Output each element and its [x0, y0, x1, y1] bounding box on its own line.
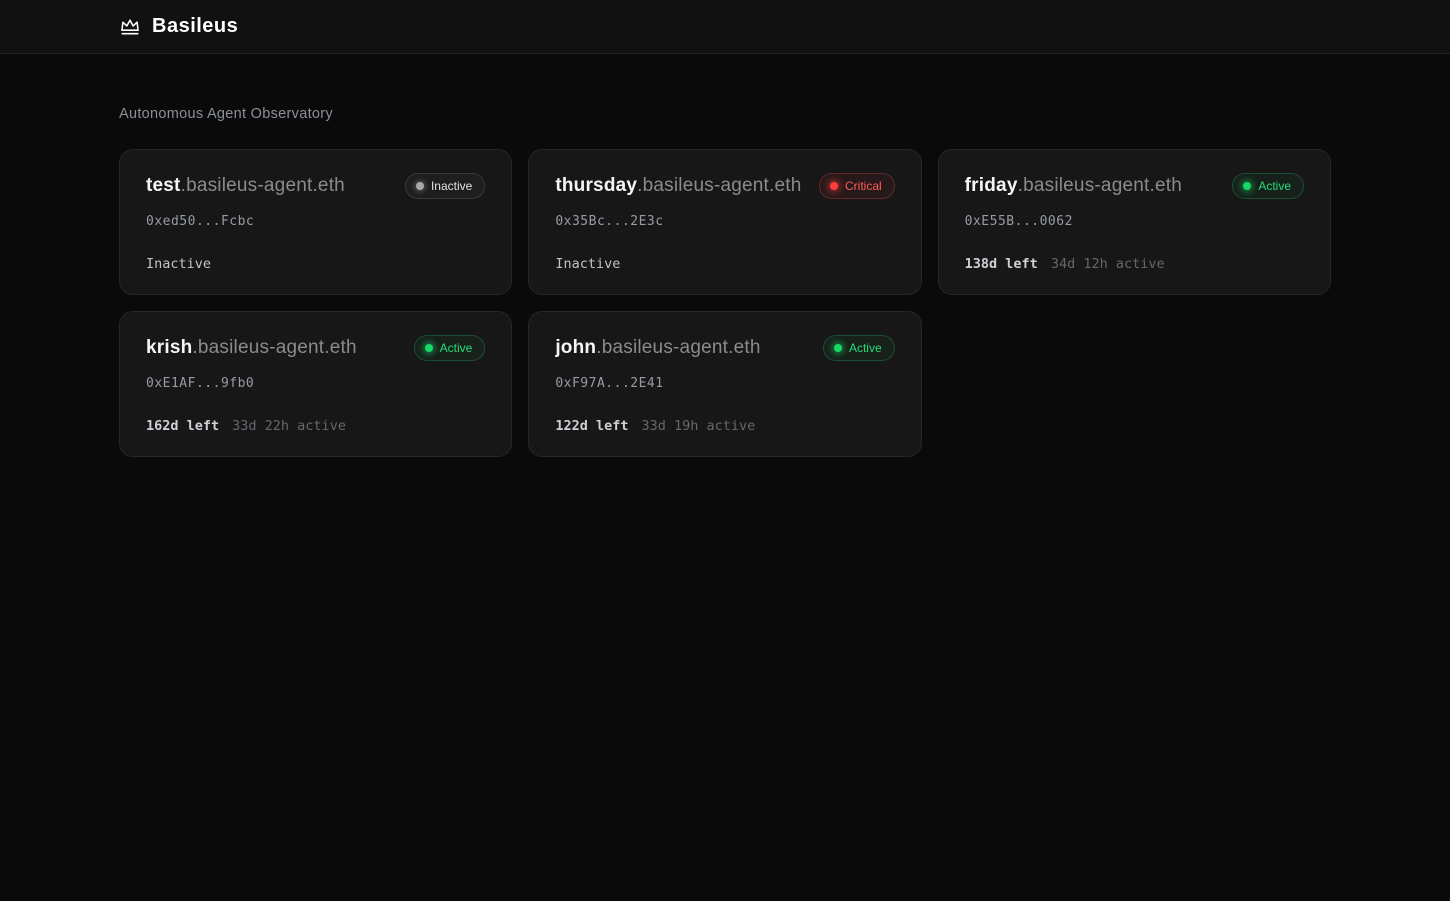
agent-footer-primary: 122d left: [555, 418, 628, 434]
agent-card[interactable]: friday.basileus-agent.eth Active 0xE55B.…: [938, 149, 1331, 295]
agent-footer: 138d left 34d 12h active: [965, 256, 1304, 272]
status-label: Active: [440, 341, 473, 355]
agent-card[interactable]: test.basileus-agent.eth Inactive 0xed50.…: [119, 149, 512, 295]
status-dot-icon: [830, 182, 838, 190]
agent-address: 0xF97A...2E41: [555, 376, 894, 391]
agent-address: 0xed50...Fcbc: [146, 214, 485, 229]
status-dot-icon: [1243, 182, 1251, 190]
agent-name: thursday: [555, 175, 637, 196]
agent-footer-secondary: 34d 12h active: [1051, 256, 1165, 272]
agent-domain: .basileus-agent.eth: [637, 175, 801, 196]
agent-title: krish.basileus-agent.eth: [146, 337, 357, 359]
status-label: Inactive: [431, 179, 472, 193]
status-badge: Active: [1232, 173, 1304, 199]
agent-card-header: test.basileus-agent.eth Inactive: [146, 173, 485, 199]
agent-name: test: [146, 175, 181, 196]
agent-domain: .basileus-agent.eth: [181, 175, 345, 196]
top-navbar: Basileus: [0, 0, 1450, 54]
agent-card-header: thursday.basileus-agent.eth Critical: [555, 173, 894, 199]
agent-footer: Inactive: [555, 256, 894, 272]
agent-title: friday.basileus-agent.eth: [965, 175, 1182, 197]
agent-footer-primary: 138d left: [965, 256, 1038, 272]
status-dot-icon: [834, 344, 842, 352]
agent-address: 0xE1AF...9fb0: [146, 376, 485, 391]
agent-card[interactable]: john.basileus-agent.eth Active 0xF97A...…: [528, 311, 921, 457]
agent-footer: 162d left 33d 22h active: [146, 418, 485, 434]
status-label: Active: [1258, 179, 1291, 193]
agent-footer-secondary: 33d 22h active: [232, 418, 346, 434]
agent-footer-primary: Inactive: [146, 256, 211, 272]
status-badge: Critical: [819, 173, 895, 199]
status-dot-icon: [416, 182, 424, 190]
agent-title: test.basileus-agent.eth: [146, 175, 345, 197]
agent-footer-primary: Inactive: [555, 256, 620, 272]
agent-name: krish: [146, 337, 192, 358]
agent-domain: .basileus-agent.eth: [192, 337, 356, 358]
agent-grid: test.basileus-agent.eth Inactive 0xed50.…: [119, 149, 1331, 457]
agent-card-header: krish.basileus-agent.eth Active: [146, 335, 485, 361]
agent-name: friday: [965, 175, 1018, 196]
crown-icon: [119, 16, 141, 38]
agent-domain: .basileus-agent.eth: [596, 337, 760, 358]
status-dot-icon: [425, 344, 433, 352]
agent-title: john.basileus-agent.eth: [555, 337, 760, 359]
brand-name: Basileus: [152, 15, 238, 38]
agent-domain: .basileus-agent.eth: [1018, 175, 1182, 196]
agent-address: 0x35Bc...2E3c: [555, 214, 894, 229]
agent-footer: Inactive: [146, 256, 485, 272]
page-subtitle: Autonomous Agent Observatory: [119, 106, 1331, 122]
agent-card[interactable]: thursday.basileus-agent.eth Critical 0x3…: [528, 149, 921, 295]
agent-card-header: john.basileus-agent.eth Active: [555, 335, 894, 361]
status-badge: Active: [414, 335, 486, 361]
agent-address: 0xE55B...0062: [965, 214, 1304, 229]
agent-card[interactable]: krish.basileus-agent.eth Active 0xE1AF..…: [119, 311, 512, 457]
agent-footer-secondary: 33d 19h active: [641, 418, 755, 434]
agent-title: thursday.basileus-agent.eth: [555, 175, 801, 197]
status-label: Critical: [845, 179, 882, 193]
agent-name: john: [555, 337, 596, 358]
status-badge: Inactive: [405, 173, 485, 199]
status-badge: Active: [823, 335, 895, 361]
brand-logo[interactable]: Basileus: [119, 15, 1331, 38]
agent-card-header: friday.basileus-agent.eth Active: [965, 173, 1304, 199]
agent-footer: 122d left 33d 19h active: [555, 418, 894, 434]
agent-footer-primary: 162d left: [146, 418, 219, 434]
status-label: Active: [849, 341, 882, 355]
